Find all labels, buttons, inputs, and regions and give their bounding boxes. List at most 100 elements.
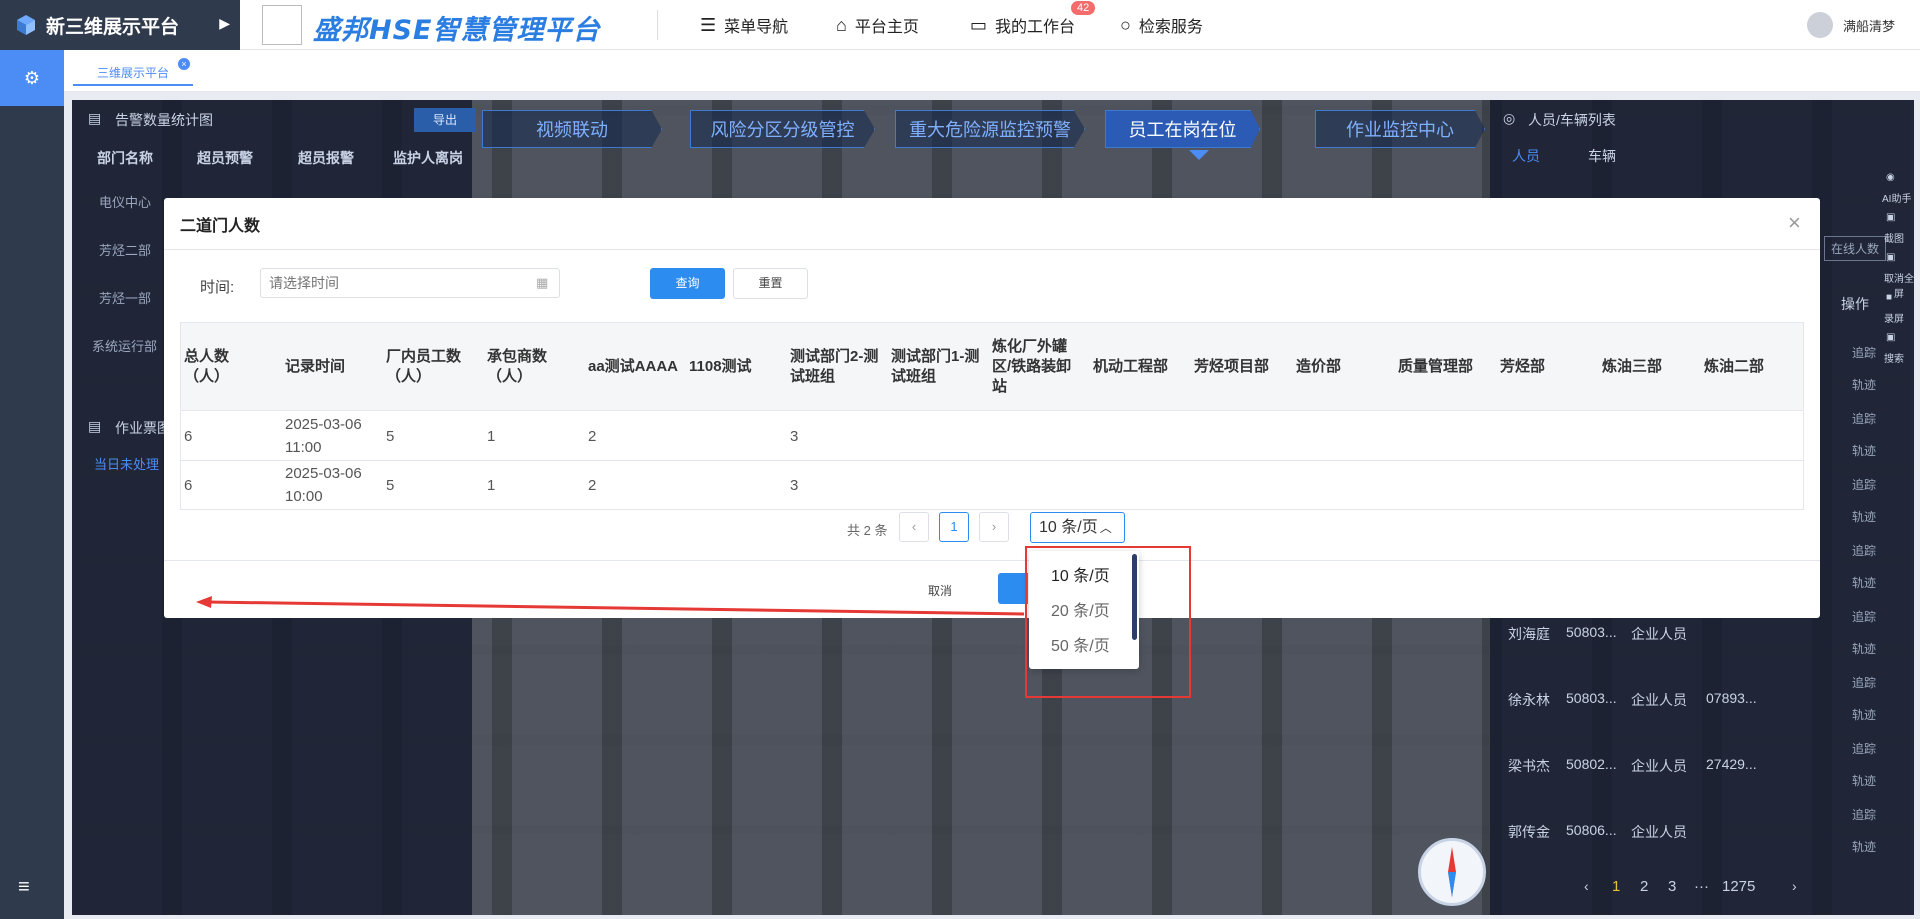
dept-row: 芳烃一部 — [99, 291, 152, 306]
sidebar-item-settings[interactable]: ⚙ — [0, 50, 64, 106]
th-mech-eng: 机动工程部 — [1093, 358, 1169, 375]
nav-workbench[interactable]: ▭ 我的工作台 — [970, 0, 1075, 50]
pagination-prev-icon[interactable]: ‹ — [899, 512, 929, 542]
calendar-icon[interactable]: ▦ — [536, 275, 548, 291]
track-link[interactable]: 追踪 — [1852, 674, 1876, 691]
logo-image — [262, 5, 302, 45]
trajectory-link[interactable]: 轨迹 — [1852, 838, 1876, 855]
ai-assistant-icon[interactable]: ◉ — [1886, 172, 1895, 183]
tab-unprocessed[interactable]: 当日未处理 — [94, 454, 159, 473]
module-tab-ops[interactable]: 作业监控中心 — [1315, 110, 1485, 148]
trajectory-link[interactable]: 轨迹 — [1852, 574, 1876, 591]
tab-people[interactable]: 人员 — [1512, 146, 1540, 166]
track-link[interactable]: 追踪 — [1852, 542, 1876, 559]
pagination-page[interactable]: 1 — [939, 512, 969, 542]
export-button[interactable]: 导出 — [414, 108, 476, 132]
trajectory-link[interactable]: 轨迹 — [1852, 706, 1876, 723]
table-cell: 2 — [588, 428, 597, 445]
reset-button[interactable]: 重置 — [733, 268, 808, 299]
col-dept: 部门名称 — [97, 150, 153, 166]
query-button[interactable]: 查询 — [650, 268, 725, 299]
table-cell: 5 — [386, 428, 395, 445]
th-test-dept1: 测试部门1-测试班组 — [891, 348, 980, 385]
right-panel-title: 人员/车辆列表 — [1528, 112, 1616, 128]
ai-assistant-label: AI助手 — [1882, 194, 1912, 205]
collapse-menu-icon[interactable]: ≡ — [18, 876, 30, 899]
trajectory-link[interactable]: 轨迹 — [1852, 376, 1876, 393]
close-icon[interactable]: × — [1788, 210, 1801, 236]
record-icon[interactable]: ■ — [1886, 292, 1892, 303]
brand-switcher[interactable]: 新三维展示平台 ▶ — [0, 0, 240, 50]
red-arrow-icon — [196, 596, 1025, 616]
module-tab-video[interactable]: 视频联动 — [482, 110, 662, 148]
divider — [164, 249, 1820, 250]
nav-workbench-label: 我的工作台 — [995, 19, 1076, 36]
person-phone: 27429... — [1706, 756, 1757, 772]
caret-right-icon: ▶ — [219, 15, 230, 31]
pager-page[interactable]: 1 — [1612, 878, 1620, 895]
dept-row: 电仪中心 — [99, 195, 152, 210]
tab-3d-platform[interactable]: 三维展示平台 — [73, 60, 194, 86]
trajectory-link[interactable]: 轨迹 — [1852, 508, 1876, 525]
time-picker-input[interactable] — [260, 268, 560, 298]
pager-next-icon[interactable]: › — [1792, 878, 1797, 894]
gear-icon: ⚙ — [23, 67, 41, 88]
username[interactable]: 满船清梦 — [1843, 16, 1895, 35]
track-link[interactable]: 追踪 — [1852, 476, 1876, 493]
table-cell: 3 — [790, 477, 799, 494]
person-id: 50803... — [1566, 690, 1617, 706]
left-panel-title: 告警数量统计图 — [115, 112, 213, 128]
trajectory-link[interactable]: 轨迹 — [1852, 442, 1876, 459]
nav-search[interactable]: ○ 检索服务 — [1120, 0, 1203, 50]
person-id: 50803... — [1566, 624, 1617, 640]
table-cell: 1 — [487, 428, 496, 445]
nav-home[interactable]: ⌂ 平台主页 — [836, 0, 919, 50]
avatar[interactable] — [1807, 12, 1833, 38]
nav-menu[interactable]: ☰ 菜单导航 — [700, 0, 788, 50]
track-link[interactable]: 追踪 — [1852, 344, 1876, 361]
tab-close-icon[interactable]: × — [178, 58, 190, 70]
person-type: 企业人员 — [1631, 758, 1687, 774]
th-cost: 造价部 — [1296, 358, 1342, 375]
module-tab-hazard[interactable]: 重大危险源监控预警 — [895, 110, 1085, 148]
th-aromatics: 芳烃部 — [1500, 358, 1546, 375]
module-tab-risk[interactable]: 风险分区分级管控 — [690, 110, 875, 148]
th-total: 总人数（人） — [184, 348, 230, 385]
cube-logo-icon — [14, 13, 38, 37]
pager-page[interactable]: 1275 — [1722, 878, 1755, 895]
page-size-select[interactable]: 10 条/页 ︿ — [1030, 512, 1125, 543]
online-count-button[interactable]: 在线人数 — [1824, 236, 1887, 261]
dept-row: 芳烃二部 — [99, 243, 152, 258]
home-icon: ⌂ — [836, 14, 847, 35]
table-cell: 2 — [588, 477, 597, 494]
person-name: 徐永林 — [1508, 692, 1550, 708]
pager-ellipsis[interactable]: ··· — [1694, 878, 1709, 895]
pager-page[interactable]: 2 — [1640, 878, 1648, 895]
notification-badge: 42 — [1071, 1, 1096, 15]
table-cell: 5 — [386, 477, 395, 494]
compass-icon[interactable] — [1418, 838, 1486, 906]
track-link[interactable]: 追踪 — [1852, 410, 1876, 427]
pagination-next-icon[interactable]: › — [979, 512, 1009, 542]
module-tab-staff[interactable]: 员工在岗在位 — [1105, 110, 1260, 148]
screenshot-icon[interactable]: ▣ — [1886, 212, 1895, 223]
divider — [657, 10, 658, 40]
exit-fullscreen-icon[interactable]: ▣ — [1886, 252, 1895, 263]
trajectory-link[interactable]: 轨迹 — [1852, 640, 1876, 657]
divider — [164, 560, 1820, 561]
person-name: 郭传金 — [1508, 824, 1550, 840]
track-link[interactable]: 追踪 — [1852, 608, 1876, 625]
tab-vehicles[interactable]: 车辆 — [1588, 146, 1616, 166]
pager-prev-icon[interactable]: ‹ — [1584, 878, 1589, 894]
track-link[interactable]: 追踪 — [1852, 806, 1876, 823]
track-link[interactable]: 追踪 — [1852, 740, 1876, 757]
pager-page[interactable]: 3 — [1668, 878, 1676, 895]
op-header: 操作 — [1841, 296, 1869, 312]
trajectory-link[interactable]: 轨迹 — [1852, 772, 1876, 789]
chevron-up-icon: ︿ — [1099, 521, 1112, 535]
page-size-value: 10 条/页 — [1039, 519, 1098, 536]
th-contractor: 承包商数（人） — [487, 348, 548, 385]
dept-row: 系统运行部 — [92, 339, 158, 354]
search-tool-label: 搜索 — [1884, 354, 1904, 365]
search-tool-icon[interactable]: ▣ — [1886, 332, 1895, 343]
